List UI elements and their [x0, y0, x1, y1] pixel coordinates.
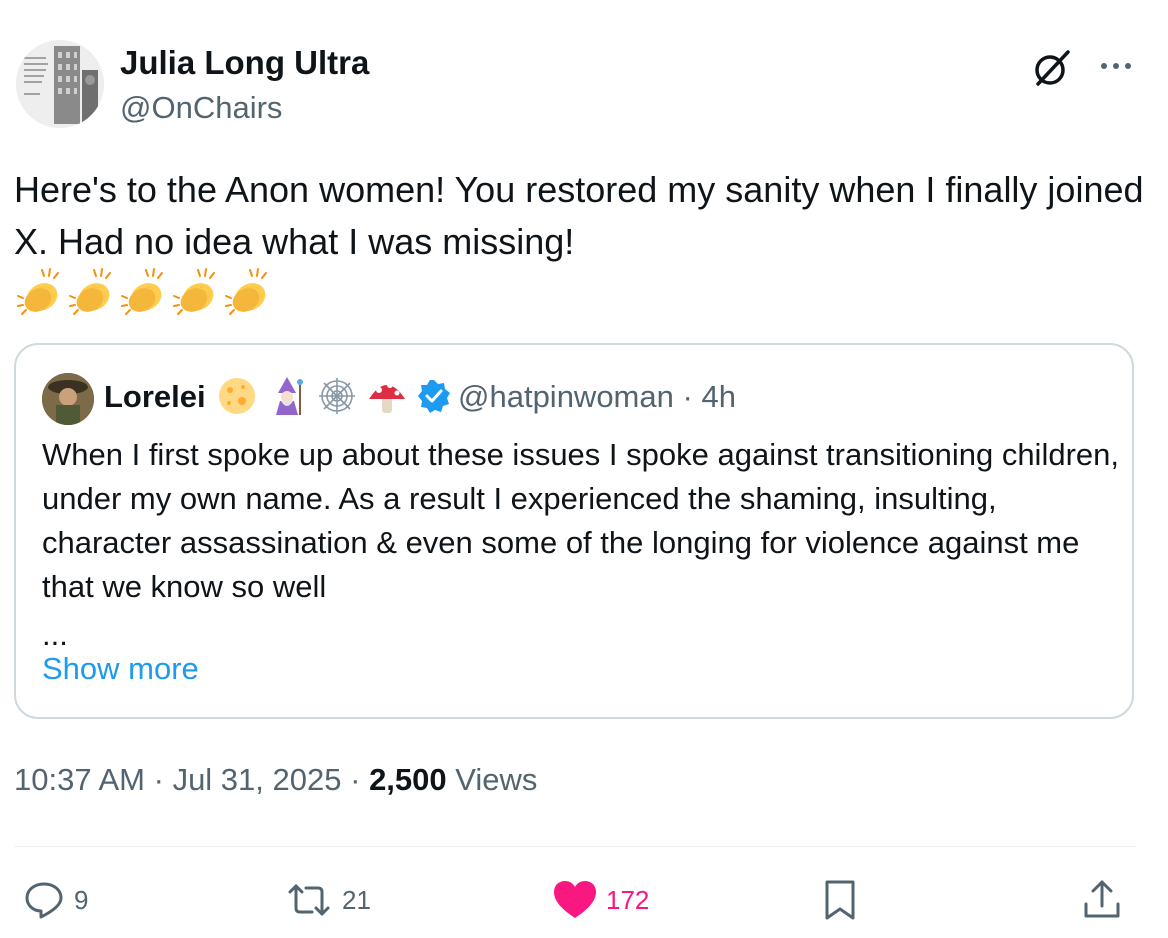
tweet-time[interactable]: 10:37 AM	[14, 762, 145, 797]
more-options-icon[interactable]	[1096, 56, 1136, 76]
full-moon-icon	[219, 378, 255, 414]
mage-icon	[276, 377, 303, 415]
verified-badge-icon[interactable]	[416, 378, 452, 414]
quoted-meta-separator: ·	[682, 379, 693, 414]
quoted-tweet-age[interactable]: 4h	[701, 379, 735, 414]
quoted-tweet-card[interactable]: Lorelei @hatpinwoman · 4h When I first s…	[14, 343, 1134, 719]
tweet-date[interactable]: Jul 31, 2025	[173, 762, 342, 797]
repost-icon	[288, 884, 330, 916]
repost-button[interactable]: 21	[284, 878, 371, 922]
author-avatar-image	[16, 40, 104, 128]
heart-icon	[554, 881, 596, 918]
reply-count: 9	[74, 884, 89, 915]
share-icon	[1084, 880, 1120, 918]
quoted-author-meta: @hatpinwoman · 4h	[458, 379, 736, 415]
quoted-author-handle[interactable]: @hatpinwoman	[458, 379, 674, 414]
author-handle[interactable]: @OnChairs	[120, 90, 282, 126]
divider	[14, 846, 1136, 847]
views-count: 2,500	[369, 762, 447, 797]
bookmark-icon	[825, 880, 855, 920]
quoted-avatar-image	[42, 373, 94, 425]
mushroom-icon	[369, 382, 405, 413]
author-name[interactable]: Julia Long Ultra	[120, 44, 369, 82]
clapping-hands-icon	[225, 268, 267, 315]
quoted-text-ellipsis: ...	[42, 617, 68, 652]
clapping-hands-icon	[69, 268, 111, 315]
grok-icon[interactable]	[1030, 46, 1074, 90]
repost-count: 21	[342, 884, 371, 915]
author-avatar[interactable]	[16, 40, 104, 128]
meta-separator: ·	[153, 762, 164, 797]
bookmark-button[interactable]	[818, 878, 862, 922]
emoji-row	[14, 266, 272, 316]
quoted-author-emojis	[216, 375, 452, 417]
views-label: Views	[455, 762, 538, 797]
reply-icon	[25, 882, 63, 919]
quoted-author-name[interactable]: Lorelei	[104, 379, 206, 415]
clapping-hands-icon	[173, 268, 215, 315]
meta-separator: ·	[350, 762, 361, 797]
show-more-link[interactable]: Show more	[42, 651, 199, 687]
like-button[interactable]: 172	[552, 878, 649, 922]
reply-button[interactable]: 9	[22, 878, 88, 922]
like-count: 172	[606, 884, 650, 915]
share-button[interactable]	[1080, 878, 1124, 922]
tweet-meta: 10:37 AM · Jul 31, 2025 · 2,500 Views	[14, 762, 537, 798]
quoted-author-avatar[interactable]	[42, 373, 94, 425]
tweet-text: Here's to the Anon women! You restored m…	[14, 169, 1144, 262]
quoted-tweet-text: When I first spoke up about these issues…	[42, 437, 1119, 604]
clapping-hands-icon	[17, 268, 59, 315]
clapping-hands-icon	[121, 268, 163, 315]
spider-web-icon	[319, 378, 355, 414]
